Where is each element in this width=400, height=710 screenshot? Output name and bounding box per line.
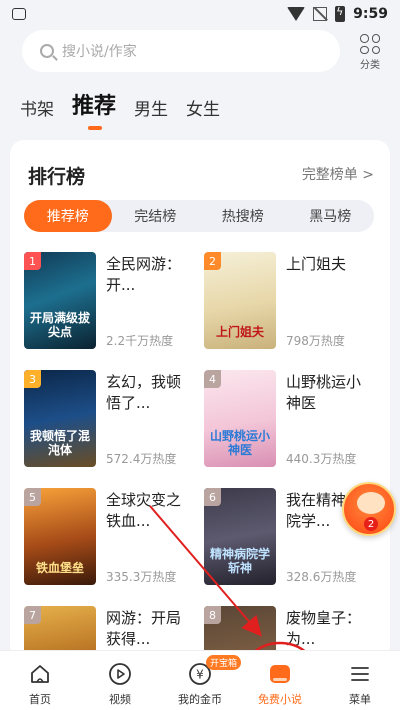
search-bar[interactable]: 搜小说/作家 [22,30,340,72]
ranking-title: 排行榜 [28,166,86,188]
book-item[interactable]: 4 山野桃运小神医 山野桃运小神医 440.3万热度 [204,370,379,478]
category-button[interactable]: 分类 [352,32,388,72]
tab-bookshelf[interactable]: 书架 [20,95,54,120]
svg-text:¥: ¥ [196,668,204,682]
tab-male[interactable]: 男生 [134,95,168,120]
menu-icon [347,661,373,687]
book-cover: 6 精神病院学斩神 [204,488,276,585]
book-title: 上门姐夫 [286,255,347,273]
category-icon [360,34,380,54]
book-cover: 4 山野桃运小神医 [204,370,276,467]
book-cover: 1 开局满级拔尖点 [24,252,96,349]
book-heat: 572.4万热度 [106,452,177,466]
rank-badge: 1 [24,252,41,270]
book-title: 山野桃运小神医 [286,373,362,412]
full-ranking-link[interactable]: 完整榜单 > [302,164,374,184]
book-title: 网游：开局获得... [106,609,182,648]
home-icon [27,661,53,687]
cover-text: 山野桃运小神医 [210,429,271,457]
treasure-box-badge: 开宝箱 [206,655,242,670]
book-title: 废物皇子：为... [286,609,362,648]
book-icon [267,661,293,687]
rank-badge: 5 [24,488,41,506]
subtab-completed[interactable]: 完结榜 [112,200,200,232]
book-heat: 335.3万热度 [106,570,177,584]
status-time: 9:59 [353,6,388,22]
book-heat: 328.6万热度 [286,570,357,584]
book-grid: 1 开局满级拔尖点 全民网游：开... 2.2千万热度 2 上门姐夫 上门姐夫 … [24,252,384,703]
book-cover: 5 铁血堡垒 [24,488,96,585]
rank-badge: 3 [24,370,41,388]
cover-text: 开局满级拔尖点 [30,311,91,339]
book-cover: 2 上门姐夫 [204,252,276,349]
book-item[interactable]: 2 上门姐夫 上门姐夫 798万热度 [204,252,379,360]
nav-home-label: 首页 [29,693,51,706]
mascot-icon [357,492,385,514]
nav-coins[interactable]: 开宝箱 ¥ 我的金币 [160,651,242,710]
book-title: 全球灾变之铁血... [106,491,182,530]
ranking-card: 排行榜 完整榜单 > 推荐榜 完结榜 热搜榜 黑马榜 1 开局满级拔尖点 全民网… [10,140,390,703]
nav-coins-label: 我的金币 [178,693,222,706]
reward-floating-button[interactable]: 2 [342,482,396,536]
rank-badge: 7 [24,606,41,624]
nav-home[interactable]: 首页 [0,651,80,710]
book-cover: 3 我顿悟了混沌体 [24,370,96,467]
book-item[interactable]: 3 我顿悟了混沌体 玄幻，我顿悟了... 572.4万热度 [24,370,199,478]
cover-text: 精神病院学斩神 [210,547,271,575]
notification-icon [12,8,26,20]
book-title: 玄幻，我顿悟了... [106,373,182,412]
search-icon [40,44,54,58]
bottom-nav: 首页 视频 开宝箱 ¥ 我的金币 免费小说 菜单 [0,650,400,710]
subtab-dark-horse[interactable]: 黑马榜 [287,200,375,232]
top-nav-tabs: 书架 推荐 男生 女生 [20,88,238,130]
book-item[interactable]: 1 开局满级拔尖点 全民网游：开... 2.2千万热度 [24,252,199,360]
no-signal-icon [313,7,328,21]
cover-text: 上门姐夫 [215,325,264,339]
cover-text: 我顿悟了混沌体 [30,429,91,457]
rank-badge: 4 [204,370,221,388]
ranking-subtabs: 推荐榜 完结榜 热搜榜 黑马榜 [24,200,374,232]
subtab-hot-search[interactable]: 热搜榜 [199,200,287,232]
wifi-icon [287,7,306,21]
play-icon [107,661,133,687]
nav-video-label: 视频 [109,693,131,706]
book-item[interactable]: 5 铁血堡垒 全球灾变之铁血... 335.3万热度 [24,488,199,596]
nav-free-novels-label: 免费小说 [258,693,302,706]
nav-free-novels[interactable]: 免费小说 [240,651,320,710]
tab-female[interactable]: 女生 [186,95,220,120]
nav-menu-label: 菜单 [349,693,371,706]
category-label: 分类 [360,60,380,71]
reward-count-badge: 2 [364,517,378,531]
rank-badge: 8 [204,606,221,624]
nav-video[interactable]: 视频 [80,651,160,710]
tab-recommend[interactable]: 推荐 [72,88,116,130]
book-heat: 2.2千万热度 [106,334,174,348]
book-heat: 440.3万热度 [286,452,357,466]
book-title: 全民网游：开... [106,255,182,294]
cover-text: 铁血堡垒 [35,561,84,575]
rank-badge: 2 [204,252,221,270]
rank-badge: 6 [204,488,221,506]
search-placeholder: 搜小说/作家 [62,44,137,60]
battery-icon [335,5,346,22]
status-bar: 9:59 [0,0,400,28]
subtab-recommend[interactable]: 推荐榜 [24,200,112,232]
book-heat: 798万热度 [286,334,345,348]
nav-menu[interactable]: 菜单 [320,651,400,710]
